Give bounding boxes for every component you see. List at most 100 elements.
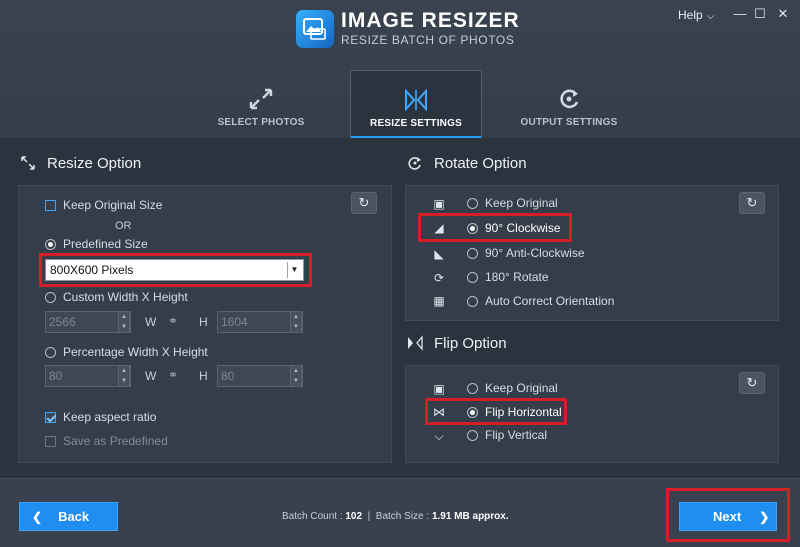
tab-label: OUTPUT SETTINGS [520,117,618,128]
rotate-180-radio[interactable] [467,271,478,283]
batch-count-label: Batch Count : [282,511,343,522]
predefined-size-radio[interactable] [45,238,56,250]
reset-icon: ↻ [746,195,758,210]
rotate-180-option[interactable]: 180° Rotate [467,270,549,284]
dropdown-arrow-icon: ▼ [287,262,301,278]
rotate-90-cw-radio[interactable] [467,222,478,234]
tab-select-photos[interactable]: SELECT PHOTOS [195,70,327,138]
keep-original-rotate-icon: ▣ [433,197,445,211]
resize-reset-button[interactable]: ↻ [351,192,377,214]
tab-output-settings[interactable]: OUTPUT SETTINGS [503,70,635,138]
percentage-size-label: Percentage Width X Height [63,345,208,359]
rotate-180-label: 180° Rotate [485,270,549,284]
predefined-size-option[interactable]: Predefined Size [45,237,148,251]
close-button[interactable]: ✕ [771,4,795,24]
height-label: H [199,315,208,329]
rotate-90-acw-radio[interactable] [467,247,478,259]
chevron-left-icon: ❮ [32,509,43,524]
percentage-size-option[interactable]: Percentage Width X Height [45,345,208,359]
custom-size-label: Custom Width X Height [63,290,188,304]
maximize-button[interactable]: ☐ [748,4,772,24]
app-subtitle: RESIZE BATCH OF PHOTOS [341,33,515,47]
batch-count-value: 102 [345,511,363,522]
keep-original-flip-icon: ▣ [433,382,445,396]
rotate-reset-button[interactable]: ↻ [739,192,765,214]
flip-option-title: Flip Option [434,335,507,352]
back-label: Back [58,509,90,524]
percentage-size-radio[interactable] [45,346,56,358]
chevron-down-icon: ⌵ [706,11,715,22]
pct-height-stepper[interactable]: ▲ ▼ [290,365,302,387]
save-predefined-checkbox[interactable] [45,435,56,447]
keep-aspect-ratio-checkbox[interactable] [45,411,56,423]
link-chain-icon[interactable]: ⚭ [168,314,178,328]
tab-label: SELECT PHOTOS [217,117,305,128]
tab-resize-settings[interactable]: RESIZE SETTINGS [350,70,482,138]
app-logo-icon [296,10,334,48]
width-label: W [145,315,157,329]
keep-original-size-label: Keep Original Size [63,198,163,212]
resize-settings-icon [405,88,427,112]
tab-label: RESIZE SETTINGS [370,118,462,129]
flip-keep-original-option[interactable]: Keep Original [467,381,558,395]
rotate-anticlockwise-icon: ◣ [434,247,444,261]
flip-horizontal-label: Flip Horizontal [485,405,562,419]
flip-icon [407,335,425,353]
rotate-90-cw-label: 90° Clockwise [485,221,561,235]
keep-original-size-option[interactable]: Keep Original Size [45,198,162,212]
auto-orientation-radio[interactable] [467,295,478,307]
rotate-90-cw-option[interactable]: 90° Clockwise [467,221,561,235]
keep-aspect-ratio-option[interactable]: Keep aspect ratio [45,410,156,424]
flip-horizontal-radio[interactable] [467,406,478,418]
flip-vertical-icon: ⌵ [434,429,444,443]
custom-size-radio[interactable] [45,291,56,303]
auto-orientation-icon: ▦ [433,294,445,308]
rotate-keep-original-option[interactable]: Keep Original [467,196,558,210]
auto-orientation-label: Auto Correct Orientation [485,294,615,308]
pct-width-stepper[interactable]: ▲ ▼ [118,365,130,387]
rotate-keep-original-label: Keep Original [485,196,558,210]
custom-size-option[interactable]: Custom Width X Height [45,290,188,304]
chevron-right-icon: ❯ [759,509,770,524]
reset-icon: ↻ [746,375,758,390]
flip-vertical-option[interactable]: Flip Vertical [467,428,547,442]
flip-vertical-label: Flip Vertical [485,428,548,442]
rotate-180-icon: ⟳ [433,271,445,285]
rotate-clockwise-icon: ◢ [434,221,444,235]
rotate-90-acw-option[interactable]: 90° Anti-Clockwise [467,246,585,260]
batch-size-label: Batch Size : [375,511,430,522]
pct-height-label: H [199,369,208,383]
predefined-size-label: Predefined Size [63,237,148,251]
help-label: Help [678,8,703,22]
auto-orientation-option[interactable]: Auto Correct Orientation [467,294,614,308]
rotate-icon [407,155,425,173]
keep-aspect-ratio-label: Keep aspect ratio [63,410,157,424]
pct-link-chain-icon[interactable]: ⚭ [168,368,178,382]
save-predefined-option[interactable]: Save as Predefined [45,434,168,448]
custom-width-stepper[interactable]: ▲ ▼ [118,311,130,333]
next-button[interactable]: Next ❯ [679,502,777,531]
predefined-size-select[interactable]: 800X600 Pixels ▼ [45,259,304,281]
custom-height-stepper[interactable]: ▲ ▼ [290,311,302,333]
resize-option-title: Resize Option [47,155,142,172]
flip-keep-original-radio[interactable] [467,382,478,394]
flip-reset-button[interactable]: ↻ [739,372,765,394]
batch-separator: | [367,511,371,522]
help-menu[interactable]: Help ⌵ [678,8,714,22]
app-title: IMAGE RESIZER [341,9,520,32]
rotate-option-title: Rotate Option [434,155,527,172]
flip-keep-original-label: Keep Original [485,381,558,395]
batch-info: Batch Count : 102 | Batch Size : 1.91 MB… [282,511,509,522]
flip-horizontal-option[interactable]: Flip Horizontal [467,405,562,419]
flip-vertical-radio[interactable] [467,429,478,441]
rotate-90-acw-label: 90° Anti-Clockwise [485,246,585,260]
back-button[interactable]: ❮ Back [19,502,118,531]
rotate-keep-original-radio[interactable] [467,197,478,209]
pct-width-label: W [145,369,157,383]
keep-original-size-checkbox[interactable] [45,199,56,211]
next-label: Next [713,509,742,524]
predefined-size-value: 800X600 Pixels [50,263,134,277]
save-predefined-label: Save as Predefined [63,434,168,448]
expand-arrows-icon [249,88,273,110]
batch-size-value: 1.91 MB approx. [431,511,509,522]
